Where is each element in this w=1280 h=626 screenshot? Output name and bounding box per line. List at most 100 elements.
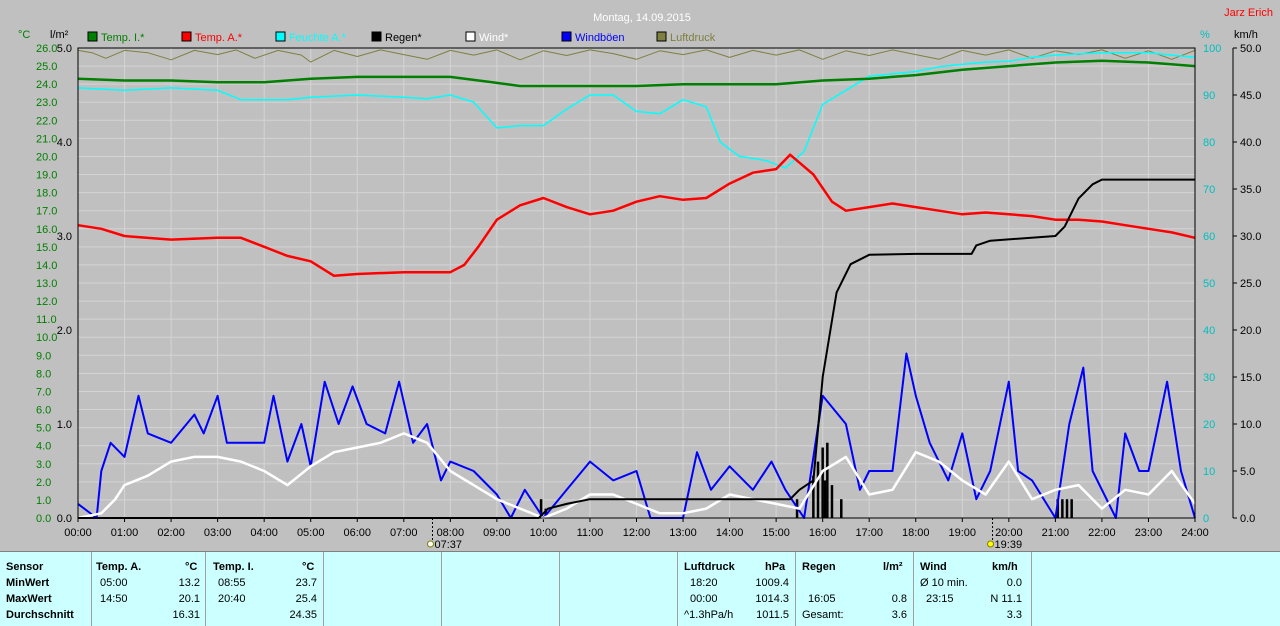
legend-swatch xyxy=(87,31,98,42)
celsius-tick-label: 23.0 xyxy=(36,97,57,109)
panel-divider xyxy=(323,552,324,626)
kmh-tick-label: 45.0 xyxy=(1240,90,1261,102)
celsius-tick-label: 12.0 xyxy=(36,296,57,308)
percent-tick-label: 10 xyxy=(1203,466,1215,478)
celsius-tick-label: 19.0 xyxy=(36,170,57,182)
x-tick-label: 10:00 xyxy=(530,527,558,539)
kmh-tick-label: 25.0 xyxy=(1240,278,1261,290)
temp-a-min-time: 05:00 xyxy=(100,577,128,589)
temp-i-max-time: 20:40 xyxy=(218,593,246,605)
temp-i-header: Temp. I. xyxy=(213,561,254,573)
celsius-tick-label: 10.0 xyxy=(36,332,57,344)
legend-swatch xyxy=(561,31,572,42)
x-tick-label: 16:00 xyxy=(809,527,837,539)
x-tick-label: 22:00 xyxy=(1088,527,1116,539)
legend-label: Temp. I.* xyxy=(101,32,145,44)
chart-title: Montag, 14.09.2015 xyxy=(593,12,691,24)
panel-divider xyxy=(677,552,678,626)
chart-background xyxy=(0,0,1280,551)
celsius-tick-label: 8.0 xyxy=(36,368,51,380)
percent-axis-unit: % xyxy=(1200,29,1210,41)
legend-swatch xyxy=(656,31,667,42)
percent-tick-label: 30 xyxy=(1203,372,1215,384)
wind-max-time: 23:15 xyxy=(926,593,954,605)
celsius-tick-label: 15.0 xyxy=(36,242,57,254)
wind-max-value: N 11.1 xyxy=(990,593,1022,605)
kmh-tick-label: 5.0 xyxy=(1240,466,1255,478)
celsius-tick-label: 4.0 xyxy=(36,441,51,453)
x-tick-label: 14:00 xyxy=(716,527,744,539)
legend-label: Feuchte A.* xyxy=(289,32,347,44)
kmh-tick-label: 20.0 xyxy=(1240,325,1261,337)
legend-swatch xyxy=(371,31,382,42)
x-tick-label: 21:00 xyxy=(1042,527,1070,539)
x-tick-label: 05:00 xyxy=(297,527,325,539)
celsius-tick-label: 2.0 xyxy=(36,477,51,489)
sunrise-time: 07:37 xyxy=(434,539,462,551)
temp-i-max-value: 25.4 xyxy=(295,593,317,605)
durchschnitt-label: Durchschnitt xyxy=(6,609,74,621)
x-tick-label: 13:00 xyxy=(669,527,697,539)
temp-a-unit: °C xyxy=(185,561,198,573)
panel-divider xyxy=(441,552,442,626)
x-tick-label: 17:00 xyxy=(855,527,883,539)
sunset-icon xyxy=(987,540,995,548)
percent-tick-label: 0 xyxy=(1203,513,1209,525)
weather-chart: Montag, 14.09.2015 Jarz Erich Temp. I.* T… xyxy=(0,0,1280,551)
x-tick-label: 02:00 xyxy=(157,527,185,539)
percent-tick-label: 40 xyxy=(1203,325,1215,337)
wind-avg-value: 0.0 xyxy=(1006,577,1022,589)
x-tick-label: 19:00 xyxy=(949,527,977,539)
pressure-unit: hPa xyxy=(765,561,786,573)
celsius-tick-label: 6.0 xyxy=(36,405,51,417)
celsius-tick-label: 13.0 xyxy=(36,278,57,290)
percent-tick-label: 60 xyxy=(1203,231,1215,243)
kmh-tick-label: 40.0 xyxy=(1240,137,1261,149)
panel-divider xyxy=(91,552,92,626)
pressure-min-value: 1009.4 xyxy=(755,577,789,589)
celsius-tick-label: 22.0 xyxy=(36,115,57,127)
rain-tick-label: 1.0 xyxy=(57,419,72,431)
percent-tick-label: 50 xyxy=(1203,278,1215,290)
celsius-tick-label: 21.0 xyxy=(36,133,57,145)
pressure-avg: 1011.5 xyxy=(756,609,789,621)
x-tick-label: 09:00 xyxy=(483,527,511,539)
temp-i-min-time: 08:55 xyxy=(218,577,246,589)
legend-label: Regen* xyxy=(385,32,422,44)
rain-tick-label: 0.0 xyxy=(57,513,72,525)
panel-divider xyxy=(205,552,206,626)
kmh-tick-label: 15.0 xyxy=(1240,372,1261,384)
celsius-tick-label: 7.0 xyxy=(36,386,51,398)
celsius-tick-label: 1.0 xyxy=(36,495,51,507)
x-tick-label: 15:00 xyxy=(762,527,790,539)
panel-divider xyxy=(1031,552,1032,626)
percent-tick-label: 80 xyxy=(1203,137,1215,149)
x-tick-label: 06:00 xyxy=(343,527,371,539)
legend-swatch xyxy=(465,31,476,42)
kmh-tick-label: 0.0 xyxy=(1240,513,1255,525)
temp-a-max-value: 20.1 xyxy=(178,593,200,605)
temp-i-avg: 24.35 xyxy=(289,609,317,621)
kmh-tick-label: 30.0 xyxy=(1240,231,1261,243)
wind-avg-label: Ø 10 min. xyxy=(920,577,968,589)
celsius-tick-label: 18.0 xyxy=(36,188,57,200)
x-tick-label: 00:00 xyxy=(64,527,92,539)
celsius-tick-label: 17.0 xyxy=(36,206,57,218)
temp-a-header: Temp. A. xyxy=(96,561,142,573)
x-tick-label: 23:00 xyxy=(1135,527,1163,539)
legend-swatch xyxy=(181,31,192,42)
rain-unit: l/m² xyxy=(883,561,903,573)
panel-divider xyxy=(559,552,560,626)
rain-total-label: Gesamt: xyxy=(802,609,844,621)
rain-max-value: 0.8 xyxy=(891,593,907,605)
panel-divider xyxy=(795,552,796,626)
percent-tick-label: 90 xyxy=(1203,90,1215,102)
wind-unit: km/h xyxy=(992,561,1018,573)
kmh-tick-label: 50.0 xyxy=(1240,43,1261,55)
temp-a-min-value: 13.2 xyxy=(178,577,200,589)
celsius-tick-label: 3.0 xyxy=(36,459,51,471)
pressure-header: Luftdruck xyxy=(684,561,735,573)
kmh-tick-label: 10.0 xyxy=(1240,419,1261,431)
sensor-header: Sensor xyxy=(6,561,44,573)
stats-panel: Sensor MinWert MaxWert Durchschnitt Temp… xyxy=(0,551,1280,626)
